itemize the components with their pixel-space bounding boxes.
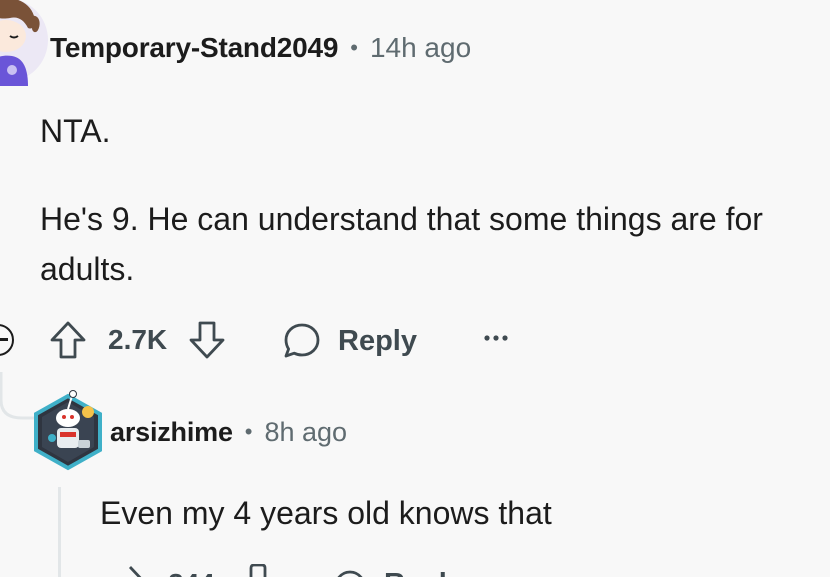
reply-button[interactable]: Reply [282, 318, 417, 364]
comment-actions: 2.7K Reply [0, 318, 830, 364]
reply-author[interactable]: arsizhime [110, 417, 233, 448]
reply-body: Even my 4 years old knows that [100, 488, 552, 538]
meta-separator: • [244, 419, 253, 444]
upvote-icon[interactable] [49, 320, 87, 360]
reply-label: Reply [338, 324, 417, 357]
comment-paragraph: NTA. [40, 113, 111, 149]
comment-meta: Temporary-Stand2049 • 14h ago [50, 28, 471, 68]
downvote-icon[interactable] [188, 320, 226, 360]
reply-label[interactable]: Reply [384, 568, 463, 577]
comment-timestamp[interactable]: 14h ago [370, 32, 471, 64]
comment-thread: Temporary-Stand2049 • 14h ago NTA. He's … [0, 0, 830, 577]
more-options-icon[interactable] [482, 328, 512, 348]
reply-actions: 244 Reply [0, 560, 830, 577]
upvote-icon[interactable] [110, 564, 150, 577]
comment-body: NTA. He's 9. He can understand that some… [40, 106, 830, 294]
reply-timestamp[interactable]: 8h ago [264, 417, 347, 448]
comment-paragraph: He's 9. He can understand that some thin… [40, 201, 763, 287]
vote-score: 244 [168, 568, 215, 577]
collapse-thread-button[interactable] [0, 324, 14, 356]
user-avatar[interactable] [30, 382, 106, 472]
user-avatar[interactable] [0, 0, 48, 86]
reply-meta: arsizhime • 8h ago [110, 412, 347, 452]
reply-paragraph: Even my 4 years old knows that [100, 495, 552, 531]
comment-bubble-icon [284, 323, 320, 358]
comment-bubble-icon[interactable] [330, 564, 370, 577]
comment-author[interactable]: Temporary-Stand2049 [50, 32, 338, 64]
meta-separator: • [350, 35, 358, 60]
downvote-icon[interactable] [238, 564, 278, 577]
vote-score: 2.7K [108, 324, 168, 355]
